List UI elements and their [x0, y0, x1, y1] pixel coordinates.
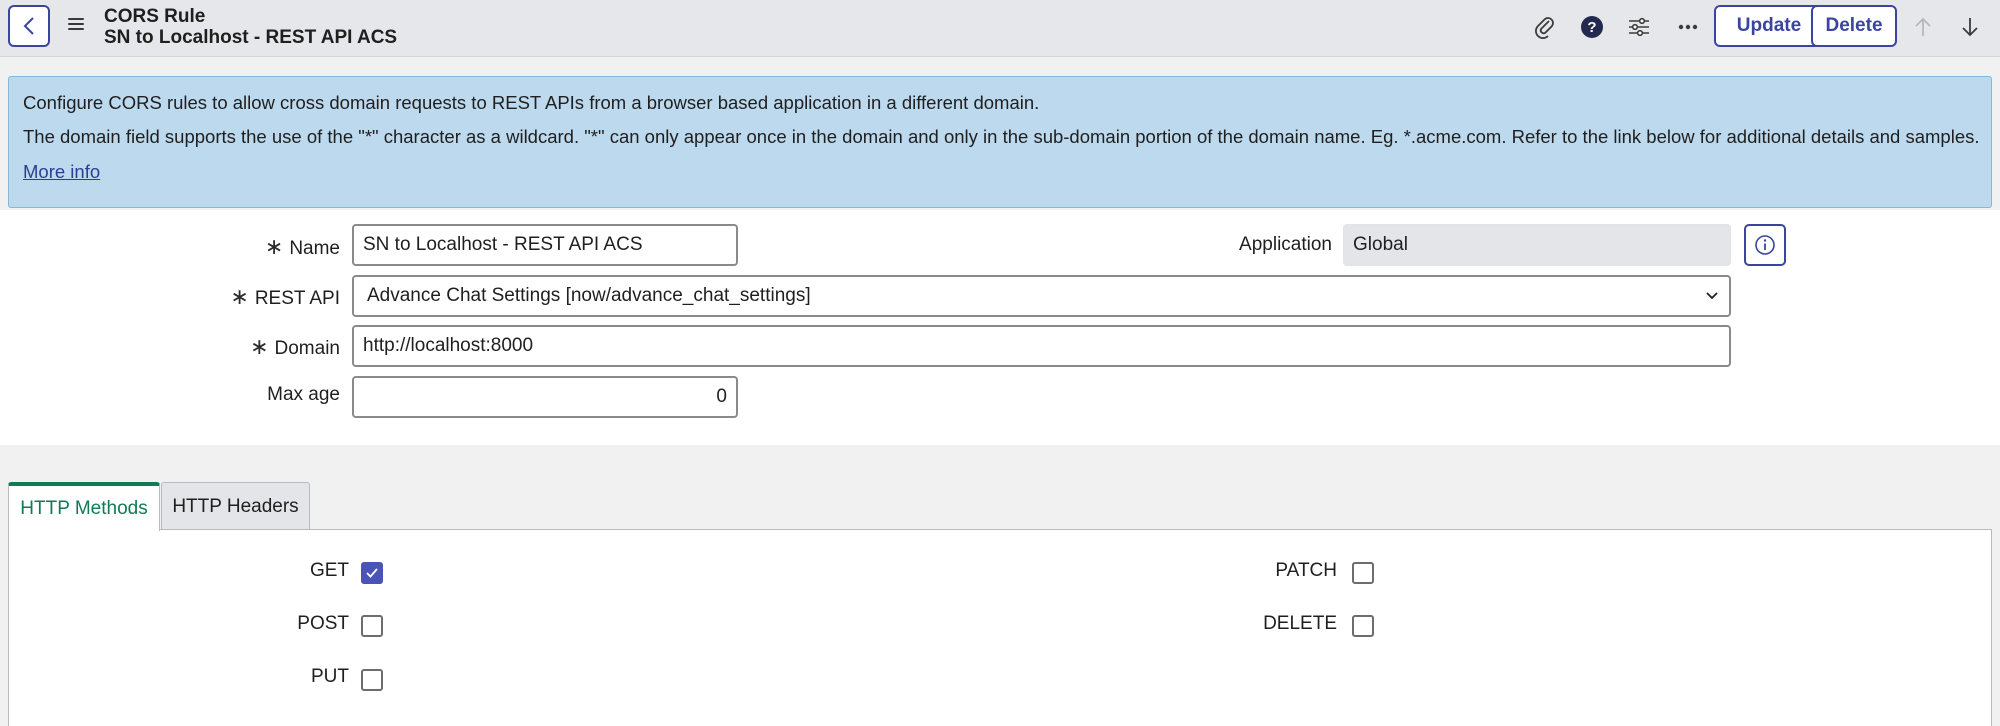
- info-banner: Configure CORS rules to allow cross doma…: [8, 76, 1992, 208]
- mandatory-star-icon: ∗: [230, 284, 249, 309]
- next-record-button[interactable]: [1955, 12, 1985, 42]
- delete-button[interactable]: Delete: [1811, 5, 1897, 47]
- patch-label: PATCH: [1275, 560, 1337, 581]
- put-checkbox[interactable]: [361, 669, 383, 691]
- back-button[interactable]: [8, 5, 50, 47]
- paperclip-icon: [1535, 17, 1554, 39]
- form-header: CORS Rule SN to Localhost - REST API ACS…: [0, 0, 2000, 57]
- personalize-form-button[interactable]: [1624, 12, 1654, 42]
- help-icon: ?: [1581, 16, 1603, 38]
- more-options-icon: [1678, 24, 1698, 30]
- rest-api-select[interactable]: Advance Chat Settings [now/advance_chat_…: [352, 275, 1731, 317]
- update-button[interactable]: Update: [1714, 5, 1824, 47]
- sliders-icon: [1629, 17, 1649, 37]
- attachment-button[interactable]: [1530, 12, 1560, 42]
- http-methods-panel: GET POST PUT PATCH DELETE: [8, 529, 1992, 726]
- more-info-link[interactable]: More info: [23, 161, 100, 182]
- mandatory-star-icon: ∗: [264, 234, 284, 259]
- arrow-down-icon: [1962, 18, 1978, 37]
- checkmark-icon: [366, 568, 378, 578]
- arrow-up-icon: [1915, 17, 1931, 36]
- application-field: Global: [1343, 224, 1731, 266]
- tab-http-headers[interactable]: HTTP Headers: [161, 482, 310, 530]
- domain-input[interactable]: http://localhost:8000: [352, 325, 1731, 367]
- back-arrow-icon: [23, 17, 34, 35]
- max-age-label: Max age: [267, 384, 340, 405]
- mandatory-star-icon: ∗: [250, 334, 269, 359]
- help-button[interactable]: ?: [1577, 12, 1607, 42]
- record-name-subtitle: SN to Localhost - REST API ACS: [104, 27, 398, 48]
- application-info-button[interactable]: [1744, 224, 1786, 266]
- put-label: PUT: [311, 666, 349, 687]
- get-label: GET: [309, 560, 349, 581]
- domain-label: ∗ Domain: [250, 334, 340, 359]
- delete-method-label: DELETE: [1263, 613, 1337, 634]
- post-checkbox[interactable]: [361, 615, 383, 637]
- name-input[interactable]: SN to Localhost - REST API ACS: [352, 224, 738, 266]
- chevron-down-icon: [1706, 292, 1718, 300]
- delete-method-checkbox[interactable]: [1352, 615, 1374, 637]
- get-checkbox[interactable]: [361, 562, 383, 584]
- svg-text:?: ?: [1587, 19, 1596, 36]
- name-label: ∗ Name: [264, 234, 340, 259]
- application-label: Application: [1239, 234, 1332, 255]
- info-icon: [1755, 235, 1775, 255]
- previous-record-button[interactable]: [1908, 12, 1938, 42]
- banner-text-line1: Configure CORS rules to allow cross doma…: [23, 92, 1040, 113]
- post-label: POST: [297, 613, 349, 634]
- record-type-title: CORS Rule: [104, 6, 206, 27]
- rest-api-label: ∗ REST API: [230, 284, 340, 309]
- max-age-input[interactable]: 0: [352, 376, 738, 418]
- banner-text-line2: The domain field supports the use of the…: [23, 126, 1980, 147]
- patch-checkbox[interactable]: [1352, 562, 1374, 584]
- hamburger-menu-icon[interactable]: [68, 18, 84, 32]
- more-options-button[interactable]: [1673, 12, 1703, 42]
- rest-api-selected-value: Advance Chat Settings [now/advance_chat_…: [367, 285, 811, 306]
- tab-http-methods[interactable]: HTTP Methods: [8, 482, 160, 531]
- form-fields-section: ∗ Name SN to Localhost - REST API ACS App…: [0, 210, 2000, 445]
